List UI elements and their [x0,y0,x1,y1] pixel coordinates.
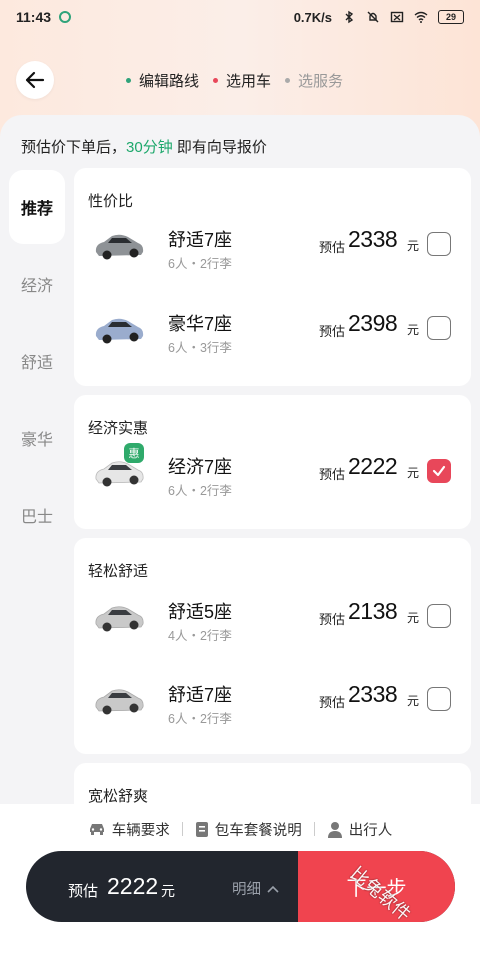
total-price-unit: 元 [161,883,175,899]
notice-suffix: 即有向导报价 [172,139,267,156]
document-icon [195,821,208,837]
car-capacity: 6人・3行李 [168,341,232,355]
car-icon [89,824,104,835]
select-checkbox-checked[interactable] [427,459,451,483]
total-price-value: 2222 [107,873,159,899]
price-label: 预估 [319,695,346,710]
step-select-car: 选用车 [213,70,271,91]
price-unit: 元 [407,239,420,253]
progress-steps: 编辑路线 选用车 选服务 [126,70,357,90]
car-capacity: 6人・2行李 [168,712,232,726]
category-nav: 推荐 经济 舒适 豪华 巴士 [9,170,65,555]
price-value: 2338 [348,226,398,252]
chevron-up-icon [267,885,279,893]
price-value: 2338 [348,681,398,707]
price-value: 2398 [348,310,398,336]
car-option-row[interactable]: 惠 经济7座 6人・2行李 预估 2222 元 [74,437,471,521]
link-label: 车辆要求 [111,822,170,839]
price-unit: 元 [407,611,420,625]
car-name: 豪华7座 [168,314,233,334]
car-capacity: 6人・2行李 [168,484,232,498]
card-economy: 经济实惠 惠 经济7座 6人・2行李 预估 2222 元 [74,395,471,529]
car-name: 舒适7座 [168,230,233,250]
card-title: 轻松舒适 [88,563,149,580]
wifi-icon [414,11,428,23]
car-capacity: 4人・2行李 [168,629,232,643]
app-notification-icon [59,11,72,23]
traveler-link[interactable]: 出行人 [315,819,405,840]
price-label: 预估 [319,612,346,627]
vehicle-requirements-link[interactable]: 车辆要求 [76,819,182,840]
step-label: 选用车 [226,72,272,90]
price-label: 预估 [319,467,346,482]
total-price-label: 预估 [68,883,99,900]
car-name: 舒适7座 [168,685,233,705]
link-label: 出行人 [348,822,393,839]
package-info-link[interactable]: 包车套餐说明 [183,819,314,840]
notice-prefix: 预估价下单后， [21,139,127,156]
nav-item-luxury[interactable]: 豪华 [9,401,65,475]
price-unit: 元 [407,323,420,337]
step-dot [285,77,291,83]
mute-icon [367,11,379,23]
checkmark-icon [432,465,446,477]
step-dot [126,77,131,83]
price-notice: 预估价下单后，30分钟 即有向导报价 [21,136,267,157]
status-bar: 11:43 0.7K/s 29 [0,0,480,34]
card-title: 经济实惠 [88,420,149,437]
nav-item-recommend[interactable]: 推荐 [9,170,65,244]
car-image [95,234,144,260]
bluetooth-icon [345,10,354,24]
card-title: 宽松舒爽 [88,788,149,805]
car-image [95,318,144,344]
step-edit-route: 编辑路线 [126,70,199,91]
nav-item-comfort[interactable]: 舒适 [9,324,65,398]
price-detail-toggle[interactable]: 明细 [232,878,279,899]
car-image [95,689,144,715]
notice-highlight: 30分钟 [126,139,173,156]
price-unit: 元 [407,694,420,708]
step-dot [213,77,219,83]
price-unit: 元 [407,466,420,480]
battery-indicator: 29 [438,10,464,24]
car-capacity: 6人・2行李 [168,257,232,271]
person-icon [327,821,342,838]
price-value: 2138 [348,598,398,624]
car-image [95,606,144,632]
card-value: 性价比 舒适7座 6人・2行李 预估 2338 元 豪华7座 6人・3行李 预估… [74,168,471,386]
nav-item-economy[interactable]: 经济 [9,247,65,321]
network-speed: 0.7K/s [293,9,332,25]
card-title: 性价比 [88,193,134,210]
status-indicators: 0.7K/s 29 [294,10,464,25]
back-button[interactable] [16,61,54,99]
car-name: 舒适5座 [168,602,233,622]
card-comfort: 轻松舒适 舒适5座 4人・2行李 预估 2138 元 舒适7座 6人・2行李 预… [74,538,471,754]
price-label: 预估 [319,324,346,339]
link-label: 包车套餐说明 [214,822,302,839]
arrow-left-icon [25,71,45,89]
step-label: 编辑路线 [139,72,200,90]
price-label: 预估 [319,240,346,255]
select-checkbox[interactable] [427,604,451,628]
status-time: 11:43 [16,9,52,25]
detail-label: 明细 [232,882,261,898]
select-checkbox[interactable] [427,232,451,256]
select-checkbox[interactable] [427,687,451,711]
car-option-row[interactable]: 舒适7座 6人・2行李 预估 2338 元 [74,665,471,749]
car-name: 经济7座 [168,457,233,477]
sim-off-icon [390,11,404,23]
discount-badge: 惠 [124,443,144,463]
nav-item-bus[interactable]: 巴士 [9,478,65,552]
price-value: 2222 [348,453,398,479]
car-option-row[interactable]: 舒适7座 6人・2行李 预估 2338 元 [74,210,471,294]
step-label: 选服务 [298,72,344,90]
step-select-service: 选服务 [285,70,343,91]
car-option-row[interactable]: 舒适5座 4人・2行李 预估 2138 元 [74,582,471,666]
info-links: 车辆要求 包车套餐说明 出行人 [0,815,480,843]
select-checkbox[interactable] [427,316,451,340]
car-option-row[interactable]: 豪华7座 6人・3行李 预估 2398 元 [74,294,471,378]
